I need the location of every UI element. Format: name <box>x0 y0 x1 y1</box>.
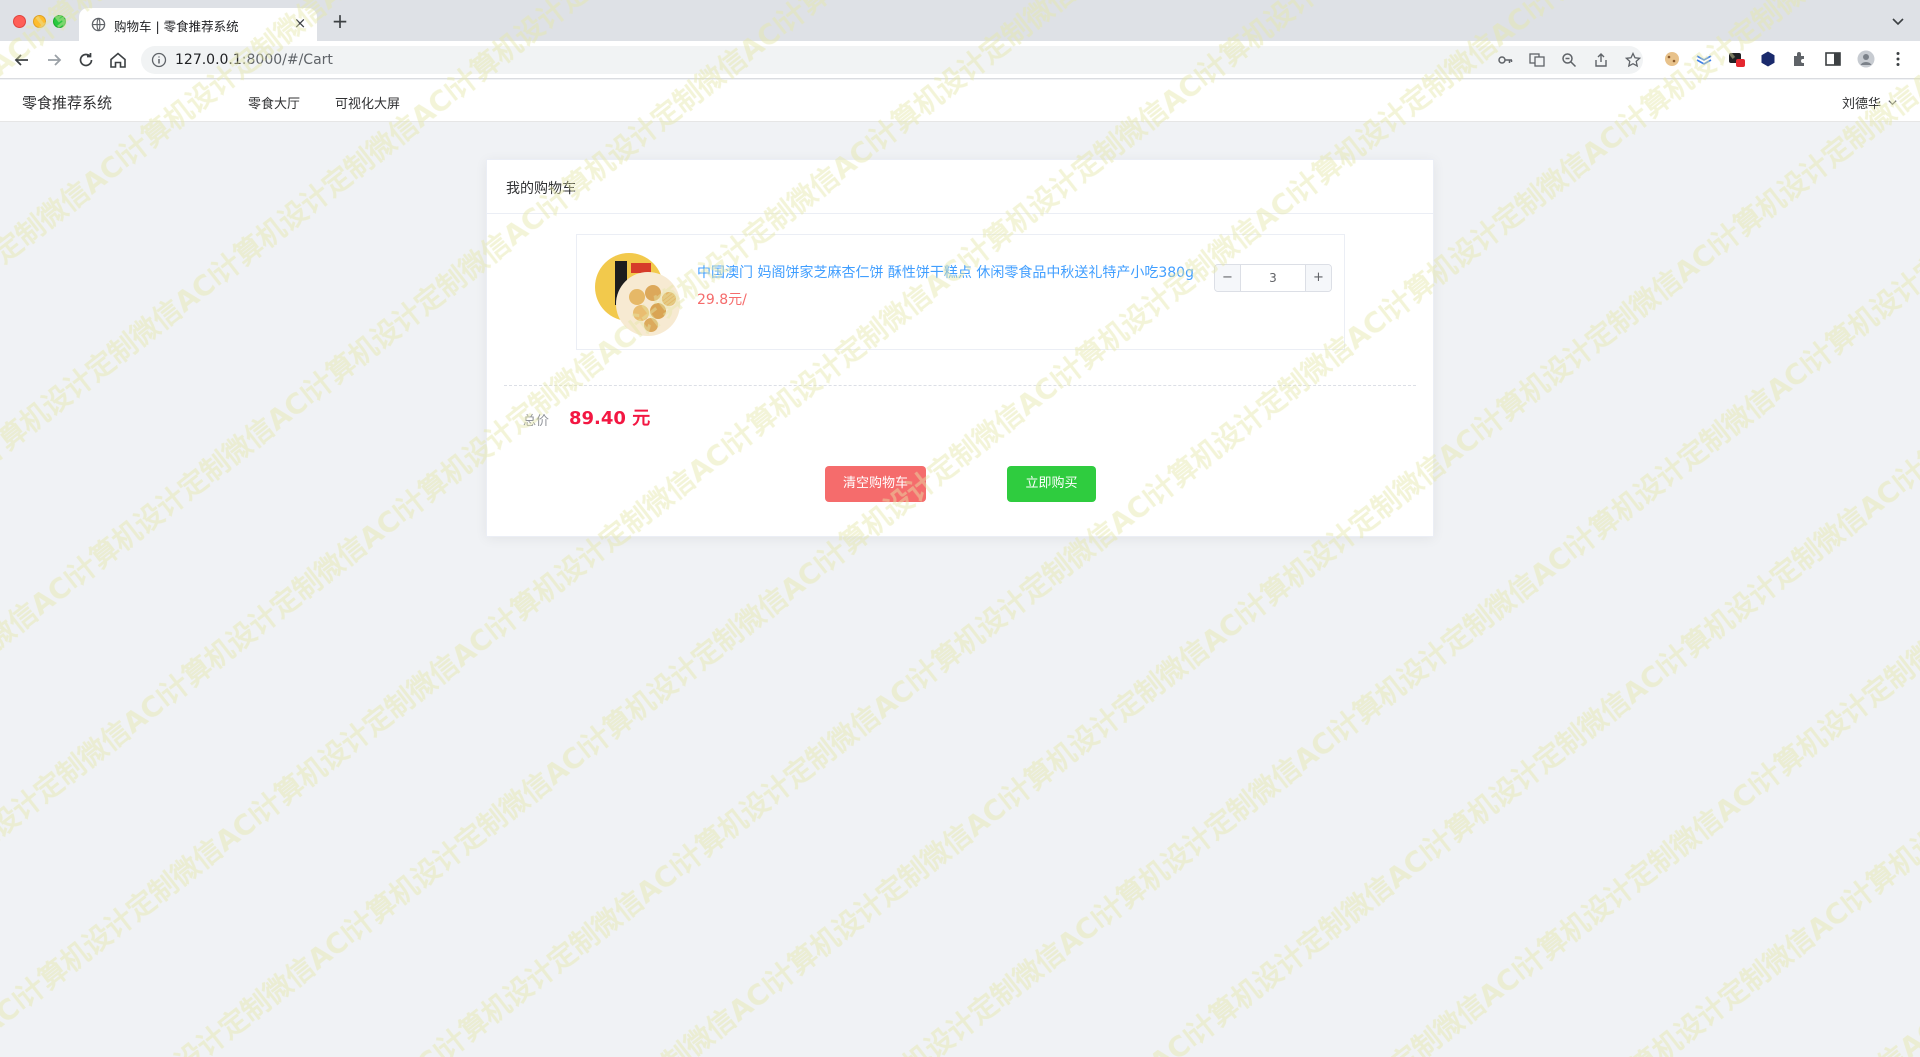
increase-quantity-button[interactable]: + <box>1305 265 1331 291</box>
extension-layers-icon[interactable] <box>1695 50 1713 68</box>
extension-notification-icon[interactable] <box>1727 50 1745 68</box>
bookmark-star-icon[interactable] <box>1625 52 1641 68</box>
profile-avatar-icon[interactable] <box>1857 50 1875 68</box>
minimize-window-button[interactable] <box>33 15 46 28</box>
total-value: 89.40 元 <box>569 408 651 429</box>
card-title: 我的购物车 <box>487 160 1433 214</box>
tab-title: 购物车 | 零食推荐系统 <box>114 19 239 34</box>
globe-icon <box>91 17 106 32</box>
quantity-stepper: − 3 + <box>1214 264 1332 292</box>
maximize-window-button[interactable] <box>53 15 66 28</box>
decrease-quantity-button[interactable]: − <box>1215 265 1241 291</box>
buy-now-button[interactable]: 立即购买 <box>1007 466 1096 502</box>
browser-tabbar: 购物车 | 零食推荐系统 × + <box>0 0 1920 41</box>
nav-item-snack-hall[interactable]: 零食大厅 <box>248 93 300 112</box>
app-logo[interactable]: 零食推荐系统 <box>22 92 112 113</box>
cart-card: 我的购物车 中国澳门 妈阁饼家芝麻杏仁饼 酥性饼干糕点 休闲零食品中秋送礼特产小… <box>486 159 1434 537</box>
cart-item: 中国澳门 妈阁饼家芝麻杏仁饼 酥性饼干糕点 休闲零食品中秋送礼特产小吃380g … <box>576 234 1345 350</box>
extensions-puzzle-icon[interactable] <box>1791 50 1809 68</box>
side-panel-icon[interactable] <box>1824 50 1842 68</box>
key-icon[interactable] <box>1497 52 1513 68</box>
app-header: 零食推荐系统 零食大厅 可视化大屏 刘德华 <box>0 80 1920 122</box>
user-menu[interactable]: 刘德华 <box>1842 93 1898 112</box>
close-window-button[interactable] <box>13 15 26 28</box>
new-tab-button[interactable]: + <box>330 11 350 31</box>
quantity-input[interactable]: 3 <box>1241 265 1305 291</box>
chevron-down-icon <box>1888 100 1897 106</box>
browser-toolbar: 127.0.0.1:8000/#/Cart <box>0 41 1920 79</box>
translate-icon[interactable] <box>1529 52 1545 68</box>
address-bar[interactable]: 127.0.0.1:8000/#/Cart <box>141 46 1643 74</box>
tab-search-chevron-icon[interactable] <box>1890 13 1906 29</box>
nav-item-dashboard[interactable]: 可视化大屏 <box>335 93 400 112</box>
total-label: 总价 <box>523 414 550 429</box>
tab-close-icon[interactable]: × <box>291 14 309 32</box>
forward-arrow-icon[interactable] <box>43 49 65 71</box>
reload-icon[interactable] <box>75 49 97 71</box>
site-info-icon[interactable] <box>151 52 167 68</box>
clear-cart-button[interactable]: 清空购物车 <box>825 466 926 502</box>
product-image[interactable] <box>593 249 683 339</box>
share-icon[interactable] <box>1593 52 1609 68</box>
product-price: 29.8元/ <box>697 292 747 308</box>
back-arrow-icon[interactable] <box>11 49 33 71</box>
more-menu-icon[interactable] <box>1889 50 1907 68</box>
product-title-link[interactable]: 中国澳门 妈阁饼家芝麻杏仁饼 酥性饼干糕点 休闲零食品中秋送礼特产小吃380g <box>697 262 1194 282</box>
browser-tab[interactable]: 购物车 | 零食推荐系统 × <box>79 8 317 41</box>
user-name: 刘德华 <box>1841 97 1881 112</box>
extension-cookie-icon[interactable] <box>1663 50 1681 68</box>
url-path: :8000/#/Cart <box>241 52 333 68</box>
extension-hexagon-icon[interactable] <box>1759 50 1777 68</box>
url-host: 127.0.0.1 <box>175 52 242 68</box>
zoom-icon[interactable] <box>1561 52 1577 68</box>
divider <box>504 385 1416 386</box>
url-text: 127.0.0.1:8000/#/Cart <box>175 52 333 68</box>
home-icon[interactable] <box>107 49 129 71</box>
